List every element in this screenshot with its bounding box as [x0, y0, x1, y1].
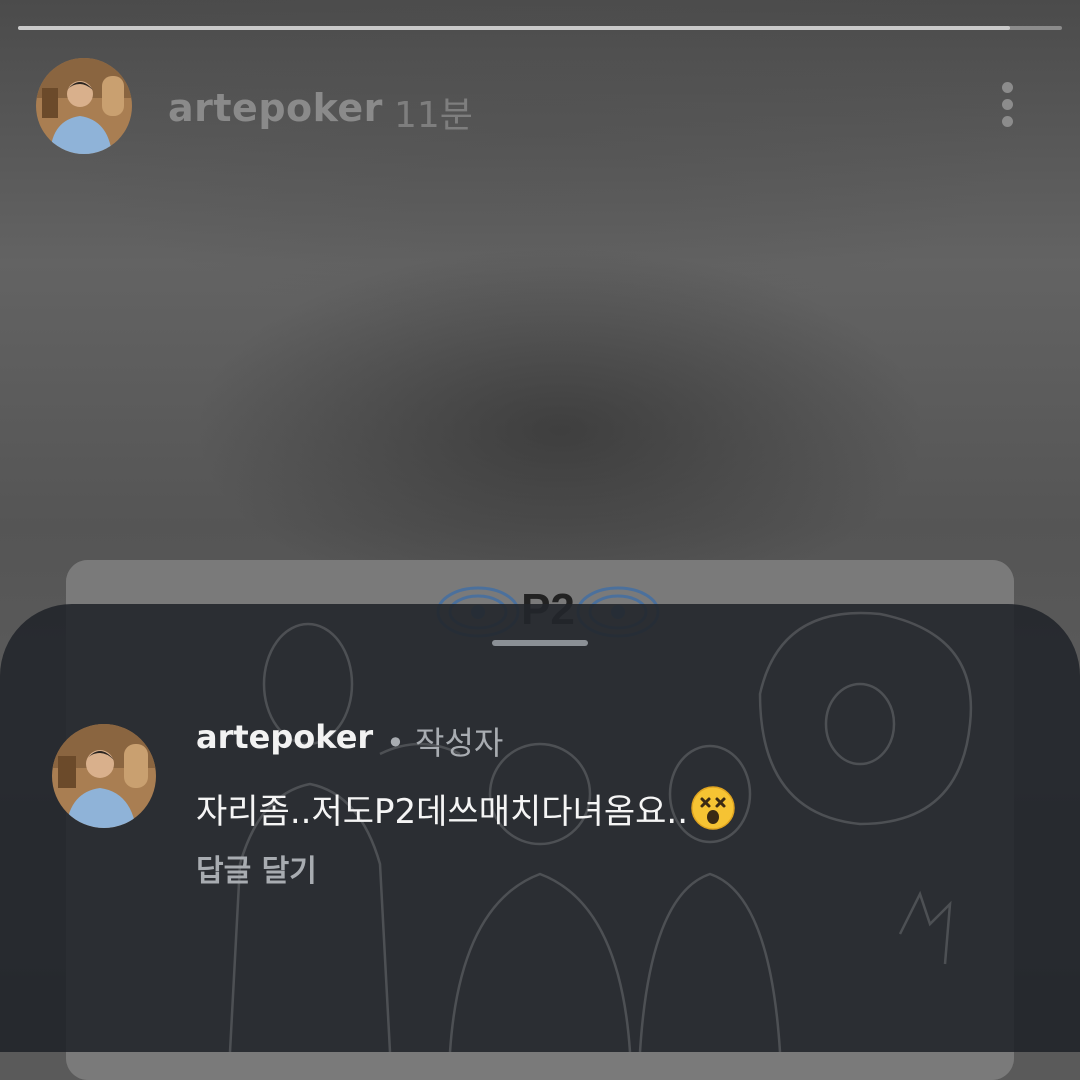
comments-sheet: artepoker • 작성자 자리좀..저도P2데쓰매치다녀옴요.. 답글 달… [0, 604, 1080, 1052]
comment-avatar[interactable] [52, 724, 156, 828]
sheet-drag-handle[interactable] [492, 640, 588, 646]
more-options-icon[interactable] [990, 78, 1026, 130]
reply-button[interactable]: 답글 달기 [196, 846, 317, 890]
comment-text: 자리좀..저도P2데쓰매치다녀옴요.. [196, 784, 736, 833]
author-badge: • 작성자 [386, 724, 504, 762]
story-username[interactable]: artepoker [168, 86, 383, 130]
story-progress-fill [18, 26, 1010, 30]
story-avatar[interactable] [36, 58, 132, 154]
comment-body: 자리좀..저도P2데쓰매치다녀옴요.. [196, 792, 689, 832]
story-timestamp: 11분 [394, 95, 473, 136]
dizzy-face-emoji-icon [691, 786, 735, 830]
story-progress-bar [18, 26, 1062, 30]
comment-username[interactable]: artepoker [196, 718, 373, 756]
